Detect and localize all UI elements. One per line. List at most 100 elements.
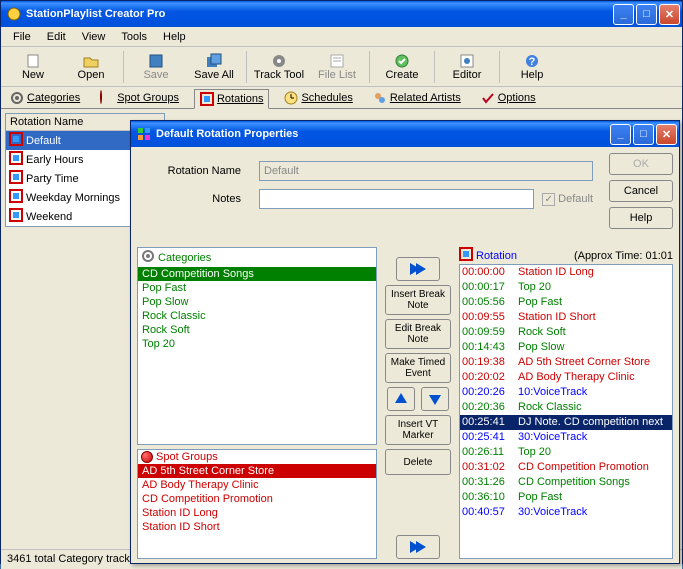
rotation-name-input[interactable] bbox=[259, 161, 593, 181]
help-icon: ? bbox=[524, 53, 540, 69]
category-item[interactable]: Pop Fast bbox=[138, 281, 376, 295]
checkbox-icon bbox=[542, 193, 555, 206]
svg-text:?: ? bbox=[529, 56, 536, 68]
rotation-row[interactable]: 00:31:26CD Competition Songs bbox=[460, 475, 672, 490]
rotation-name-label: Rotation Name bbox=[141, 165, 241, 177]
menu-edit[interactable]: Edit bbox=[39, 29, 74, 45]
spotgroup-item[interactable]: Station ID Long bbox=[138, 506, 376, 520]
save-icon bbox=[148, 53, 164, 69]
toolbar-save-all[interactable]: Save All bbox=[186, 49, 242, 85]
move-down-button[interactable] bbox=[421, 387, 449, 411]
rotation-row[interactable]: 00:09:59Rock Soft bbox=[460, 325, 672, 340]
help-button[interactable]: Help bbox=[609, 207, 673, 229]
main-titlebar: StationPlaylist Creator Pro _ □ ✕ bbox=[1, 1, 682, 27]
tab-rotations[interactable]: Rotations bbox=[194, 89, 269, 109]
menubar: FileEditViewToolsHelp bbox=[1, 27, 682, 47]
add-arrow-button-2[interactable] bbox=[396, 535, 440, 559]
insert-vt-marker-button[interactable]: Insert VT Marker bbox=[385, 415, 451, 445]
check-icon bbox=[481, 91, 495, 105]
category-item[interactable]: Rock Soft bbox=[138, 323, 376, 337]
open-icon bbox=[83, 53, 99, 69]
rotation-row[interactable]: 00:14:43Pop Slow bbox=[460, 340, 672, 355]
notes-input[interactable] bbox=[259, 189, 534, 209]
categories-group: Categories CD Competition SongsPop FastP… bbox=[137, 247, 377, 445]
category-item[interactable]: Top 20 bbox=[138, 337, 376, 351]
rotation-row[interactable]: 00:25:4130:VoiceTrack bbox=[460, 430, 672, 445]
dialog-minimize-button[interactable]: _ bbox=[610, 124, 631, 145]
rotation-row[interactable]: 00:26:11Top 20 bbox=[460, 445, 672, 460]
rotation-icon bbox=[9, 151, 23, 168]
toolbar: NewOpenSaveSave AllTrack ToolFile ListCr… bbox=[1, 47, 682, 87]
spotgroups-group: Spot Groups AD 5th Street Corner StoreAD… bbox=[137, 449, 377, 559]
tab-categories[interactable]: Categories bbox=[5, 89, 85, 107]
spotgroups-list[interactable]: AD 5th Street Corner StoreAD Body Therap… bbox=[138, 464, 376, 534]
rotation-sequence-list[interactable]: 00:00:00Station ID Long00:00:17Top 2000:… bbox=[459, 264, 673, 559]
rotation-row[interactable]: 00:31:02CD Competition Promotion bbox=[460, 460, 672, 475]
category-item[interactable]: CD Competition Songs bbox=[138, 267, 376, 281]
toolbar-editor[interactable]: Editor bbox=[439, 49, 495, 85]
rotation-row[interactable]: 00:40:5730:VoiceTrack bbox=[460, 505, 672, 520]
menu-view[interactable]: View bbox=[74, 29, 114, 45]
editor-icon bbox=[459, 53, 475, 69]
rotation-row[interactable]: 00:20:36Rock Classic bbox=[460, 400, 672, 415]
rotation-row[interactable]: 00:00:17Top 20 bbox=[460, 280, 672, 295]
cancel-button[interactable]: Cancel bbox=[609, 180, 673, 202]
menu-file[interactable]: File bbox=[5, 29, 39, 45]
move-up-button[interactable] bbox=[387, 387, 415, 411]
tab-schedules[interactable]: Schedules bbox=[279, 89, 357, 107]
filelist-icon bbox=[329, 53, 345, 69]
dialog-body: OK Cancel Help Rotation Name Notes Defau… bbox=[131, 147, 679, 563]
rotation-row[interactable]: 00:00:00Station ID Long bbox=[460, 265, 672, 280]
dialog-titlebar: Default Rotation Properties _ □ ✕ bbox=[131, 121, 679, 147]
dialog-close-button[interactable]: ✕ bbox=[656, 124, 677, 145]
rotation-row[interactable]: 00:20:2610:VoiceTrack bbox=[460, 385, 672, 400]
category-item[interactable]: Pop Slow bbox=[138, 295, 376, 309]
rotation-icon bbox=[9, 170, 23, 187]
ok-button[interactable]: OK bbox=[609, 153, 673, 175]
rotation-row[interactable]: 00:36:10Pop Fast bbox=[460, 490, 672, 505]
toolbar-new[interactable]: New bbox=[5, 49, 61, 85]
default-checkbox[interactable]: Default bbox=[542, 193, 593, 206]
rotation-row[interactable]: 00:09:55Station ID Short bbox=[460, 310, 672, 325]
dialog-maximize-button[interactable]: □ bbox=[633, 124, 654, 145]
add-arrow-button[interactable] bbox=[396, 257, 440, 281]
tab-spot-groups[interactable]: Spot Groups bbox=[95, 89, 184, 107]
clock-icon bbox=[284, 91, 298, 105]
rotation-row[interactable]: 00:20:02AD Body Therapy Clinic bbox=[460, 370, 672, 385]
tracktool-icon bbox=[271, 53, 287, 69]
maximize-button[interactable]: □ bbox=[636, 4, 657, 25]
rotation-icon bbox=[459, 247, 473, 264]
rotation-row[interactable]: 00:25:41DJ Note. CD competition next bbox=[460, 415, 672, 430]
rotation-row[interactable]: 00:05:56Pop Fast bbox=[460, 295, 672, 310]
toolbar-open[interactable]: Open bbox=[63, 49, 119, 85]
menu-tools[interactable]: Tools bbox=[113, 29, 155, 45]
tab-related-artists[interactable]: Related Artists bbox=[368, 89, 466, 107]
toolbar-help[interactable]: ?Help bbox=[504, 49, 560, 85]
toolbar-create[interactable]: Create bbox=[374, 49, 430, 85]
create-icon bbox=[394, 53, 410, 69]
close-button[interactable]: ✕ bbox=[659, 4, 680, 25]
spotgroup-item[interactable]: Station ID Short bbox=[138, 520, 376, 534]
toolbar-save: Save bbox=[128, 49, 184, 85]
categories-list[interactable]: CD Competition SongsPop FastPop SlowRock… bbox=[138, 267, 376, 444]
make-timed-event-button[interactable]: Make Timed Event bbox=[385, 353, 451, 383]
toolbar-track-tool[interactable]: Track Tool bbox=[251, 49, 307, 85]
toolbar-file-list: File List bbox=[309, 49, 365, 85]
spotgroup-item[interactable]: AD 5th Street Corner Store bbox=[138, 464, 376, 478]
insert-break-note-button[interactable]: Insert Break Note bbox=[385, 285, 451, 315]
rotation-row[interactable]: 00:19:38AD 5th Street Corner Store bbox=[460, 355, 672, 370]
rotation-icon bbox=[9, 132, 23, 149]
category-item[interactable]: Rock Classic bbox=[138, 309, 376, 323]
spotgroup-item[interactable]: CD Competition Promotion bbox=[138, 492, 376, 506]
tab-options[interactable]: Options bbox=[476, 89, 541, 107]
spotgroup-item[interactable]: AD Body Therapy Clinic bbox=[138, 478, 376, 492]
edit-break-note-button[interactable]: Edit Break Note bbox=[385, 319, 451, 349]
default-checkbox-label: Default bbox=[558, 193, 593, 205]
saveall-icon bbox=[206, 53, 222, 69]
categories-title: Categories bbox=[138, 248, 376, 267]
menu-help[interactable]: Help bbox=[155, 29, 194, 45]
minimize-button[interactable]: _ bbox=[613, 4, 634, 25]
rotation-icon bbox=[200, 92, 214, 106]
notes-label: Notes bbox=[141, 193, 241, 205]
delete-button[interactable]: Delete bbox=[385, 449, 451, 475]
